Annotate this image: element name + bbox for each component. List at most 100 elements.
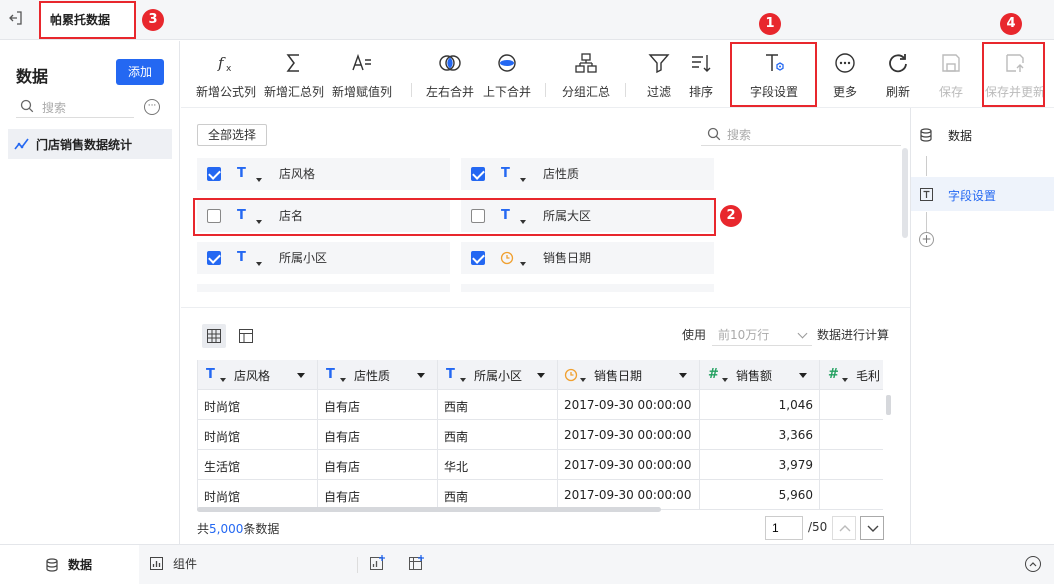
- add-chart-icon[interactable]: [370, 555, 386, 571]
- page-total-label: /50: [808, 520, 828, 534]
- step-data[interactable]: 数据: [911, 118, 1054, 150]
- compute-label: 数据进行计算: [817, 328, 890, 342]
- chevron-up-icon: [839, 525, 851, 532]
- add-formula-column-button[interactable]: fx 新增公式列: [195, 41, 257, 108]
- dropdown-icon[interactable]: [537, 373, 545, 378]
- type-caret-icon[interactable]: [256, 178, 262, 182]
- field-checkbox[interactable]: [207, 251, 221, 265]
- date-type-icon: [564, 368, 578, 382]
- toolbar-separator: [625, 83, 626, 97]
- save-button[interactable]: 保存: [929, 41, 973, 108]
- field-item[interactable]: 销售日期: [461, 242, 714, 274]
- table-cell: 2017-09-30 00:00:00: [558, 420, 700, 450]
- type-caret-icon[interactable]: [520, 262, 526, 266]
- select-all-button[interactable]: 全部选择: [197, 124, 267, 146]
- add-button[interactable]: 添加: [116, 59, 164, 85]
- layout-icon: [239, 329, 253, 343]
- table-vertical-scrollbar[interactable]: [886, 395, 891, 415]
- chart-icon: [150, 557, 163, 570]
- field-checkbox[interactable]: [471, 251, 485, 265]
- table-cell: 3,979: [700, 450, 820, 480]
- join-horizontal-button[interactable]: 左右合并: [421, 41, 479, 108]
- group-summary-button[interactable]: 分组汇总: [557, 41, 615, 108]
- right-step-panel: 数据 字段设置 +: [910, 108, 1054, 544]
- table-cell: 自有店: [318, 420, 438, 450]
- dataset-item[interactable]: 门店销售数据统计: [8, 129, 172, 159]
- type-caret-icon[interactable]: [580, 378, 586, 382]
- more-icon: [835, 53, 855, 73]
- exit-icon[interactable]: [6, 10, 26, 30]
- refresh-button[interactable]: 刷新: [876, 41, 920, 108]
- top-tab-bar: 帕累托数据 3: [0, 0, 1054, 40]
- add-assign-column-button[interactable]: 新增赋值列: [331, 41, 393, 108]
- sort-button[interactable]: 排序: [679, 41, 723, 108]
- type-caret-icon[interactable]: [256, 262, 262, 266]
- bottom-bar: 数据 组件: [0, 544, 1054, 585]
- field-settings-icon: [920, 188, 933, 201]
- type-caret-icon[interactable]: [520, 178, 526, 182]
- collapse-up-icon[interactable]: [1025, 556, 1041, 572]
- field-checkbox[interactable]: [471, 167, 485, 181]
- type-caret-icon[interactable]: [460, 378, 466, 382]
- previous-page-button[interactable]: [832, 516, 856, 540]
- annotation-marker-1: 1: [759, 13, 781, 35]
- field-item[interactable]: T 所属小区: [197, 242, 450, 274]
- step-field-settings[interactable]: 字段设置: [911, 177, 1054, 211]
- type-caret-icon[interactable]: [722, 378, 728, 382]
- row-limit-select[interactable]: 前10万行: [712, 322, 812, 346]
- schema-view-button[interactable]: [234, 324, 258, 348]
- dropdown-icon[interactable]: [799, 373, 807, 378]
- search-input[interactable]: 搜索: [16, 96, 134, 118]
- field-checkbox[interactable]: [207, 167, 221, 181]
- dropdown-icon[interactable]: [679, 373, 687, 378]
- toolbar: fx 新增公式列 新增汇总列 新增赋值列 左右合并 上下合并 分组汇总 过滤 排…: [181, 41, 1054, 108]
- union-vertical-button[interactable]: 上下合并: [478, 41, 536, 108]
- table-cell: 西南: [438, 420, 558, 450]
- toolbar-separator: [545, 83, 546, 97]
- step-connector: [926, 212, 927, 232]
- field-name: 所属小区: [279, 251, 328, 265]
- dropdown-icon[interactable]: [297, 373, 305, 378]
- tab-pareto-data[interactable]: 帕累托数据: [39, 1, 136, 39]
- add-step-icon[interactable]: +: [919, 232, 934, 247]
- field-search-input[interactable]: 搜索: [701, 122, 901, 146]
- database-icon: [46, 558, 58, 572]
- more-button[interactable]: 更多: [823, 41, 867, 108]
- table-cell: 时尚馆: [198, 480, 318, 510]
- number-type-icon: #: [828, 367, 839, 382]
- add-summary-column-button[interactable]: 新增汇总列: [263, 41, 325, 108]
- table-cell: 2017-09-30 00:00:00: [558, 390, 700, 420]
- field-item[interactable]: T 店性质: [461, 158, 714, 190]
- next-page-button[interactable]: [860, 516, 884, 540]
- highlight-field-settings: [730, 42, 817, 107]
- add-table-icon[interactable]: [409, 555, 425, 571]
- column-header[interactable]: T 店风格: [198, 360, 318, 390]
- type-caret-icon[interactable]: [340, 378, 346, 382]
- column-header[interactable]: 销售日期: [558, 360, 700, 390]
- text-type-icon: T: [446, 367, 455, 382]
- column-header[interactable]: T 店性质: [318, 360, 438, 390]
- table-cell: 西南: [438, 480, 558, 510]
- text-type-icon: T: [326, 367, 335, 382]
- table-horizontal-scrollbar[interactable]: [197, 507, 661, 512]
- table-cell: [820, 480, 883, 510]
- column-header[interactable]: # 毛利: [820, 360, 883, 390]
- type-caret-icon[interactable]: [220, 378, 226, 382]
- grid-view-button[interactable]: [202, 324, 226, 348]
- type-caret-icon[interactable]: [842, 378, 848, 382]
- table-cell: 自有店: [318, 450, 438, 480]
- more-options-icon[interactable]: ···: [144, 99, 160, 115]
- text-type-icon: T: [206, 367, 215, 382]
- dropdown-icon[interactable]: [417, 373, 425, 378]
- field-item[interactable]: T 店风格: [197, 158, 450, 190]
- field-name: 店性质: [543, 167, 580, 181]
- bottom-tab-component[interactable]: 组件: [146, 545, 266, 585]
- field-list-scrollbar[interactable]: [902, 148, 908, 238]
- column-header[interactable]: # 销售额: [700, 360, 820, 390]
- formula-icon: fx: [217, 54, 232, 74]
- column-header[interactable]: T 所属小区: [438, 360, 558, 390]
- svg-text:x: x: [226, 64, 232, 74]
- bottom-tab-data[interactable]: 数据: [0, 545, 139, 585]
- page-number-input[interactable]: [765, 516, 803, 540]
- filter-button[interactable]: 过滤: [637, 41, 681, 108]
